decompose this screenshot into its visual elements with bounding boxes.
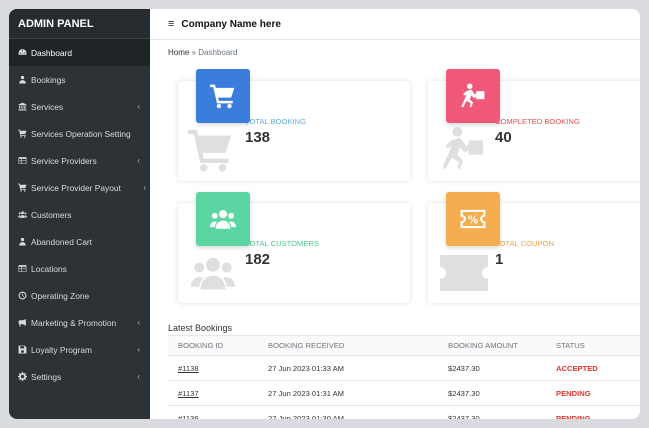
sidebar-item-operating-zone[interactable]: Operating Zone (9, 282, 150, 309)
sidebar-item-label: Customers (31, 209, 72, 220)
coupon-icon: % (446, 192, 500, 246)
sidebar-item-loyalty-program[interactable]: Loyalty Program ‹ (9, 336, 150, 363)
sidebar-item-marketing-promotion[interactable]: Marketing & Promotion ‹ (9, 309, 150, 336)
table-icon (17, 264, 27, 274)
column-header: BOOKING ID (168, 335, 268, 356)
cart-icon (196, 69, 250, 123)
sidebar-item-label: Service Provider Payout (31, 182, 121, 193)
stat-value: 40 (495, 129, 512, 146)
table-row: #1138 27 Jun 2023 01:33 AM $2437.30 ACCE… (168, 355, 640, 381)
sidebar-item-label: Loyalty Program (31, 344, 92, 355)
stat-label: COMPLETED BOOKING (495, 117, 580, 126)
chevron-left-icon: ‹ (137, 318, 140, 327)
stat-value: 1 (495, 251, 504, 268)
sidebar-item-abandoned-cart[interactable]: Abandoned Cart (9, 228, 150, 255)
chevron-left-icon: ‹ (137, 345, 140, 354)
sidebar-item-service-provider-payout[interactable]: Service Provider Payout ‹ (9, 174, 150, 201)
delivery-watermark-icon (440, 125, 486, 178)
column-header: STATUS (556, 335, 640, 356)
sidebar-item-customers[interactable]: Customers (9, 201, 150, 228)
user-tie-icon (17, 237, 27, 247)
table-icon (17, 156, 27, 166)
sidebar: ADMIN PANEL Dashboard Bookings Services … (9, 9, 150, 419)
table-row: #1136 27 Jun 2023 01:30 AM $2437.30 PEND… (168, 405, 640, 420)
gear-icon (17, 372, 27, 382)
users-watermark-icon (188, 251, 238, 300)
booking-id-link[interactable]: #1136 (178, 414, 199, 420)
chevron-left-icon: ‹ (143, 183, 146, 192)
sidebar-item-label: Operating Zone (31, 290, 90, 301)
table-row: #1137 27 Jun 2023 01:31 AM $2437.30 PEND… (168, 380, 640, 406)
sidebar-item-label: Locations (31, 263, 67, 274)
column-header: BOOKING AMOUNT (448, 335, 556, 356)
cart-icon (17, 183, 27, 193)
sidebar-item-label: Dashboard (31, 47, 72, 58)
users-icon (17, 210, 27, 220)
brand-title: ADMIN PANEL (9, 9, 150, 39)
stat-label: TOTAL CUSTOMERS (245, 239, 319, 248)
booking-amount: $2437.30 (448, 355, 556, 381)
dashboard-icon (17, 48, 27, 58)
breadcrumb: Home » Dashboard (168, 48, 237, 57)
cart-icon (17, 129, 27, 139)
sidebar-item-services-operation-setting[interactable]: Services Operation Setting (9, 120, 150, 147)
stat-value: 138 (245, 129, 271, 146)
breadcrumb-home-link[interactable]: Home (168, 48, 189, 57)
megaphone-icon (17, 318, 27, 328)
chevron-left-icon: ‹ (137, 102, 140, 111)
sidebar-item-label: Abandoned Cart (31, 236, 92, 247)
column-header: BOOKING RECEIVED (268, 335, 448, 356)
sidebar-item-dashboard[interactable]: Dashboard (9, 39, 150, 66)
status-badge: ACCEPTED (556, 355, 640, 381)
table-header-row: BOOKING ID BOOKING RECEIVED BOOKING AMOU… (168, 335, 640, 356)
sidebar-item-label: Marketing & Promotion (31, 317, 117, 328)
latest-bookings-table: BOOKING ID BOOKING RECEIVED BOOKING AMOU… (168, 335, 640, 419)
booking-received: 27 Jun 2023 01:30 AM (268, 405, 448, 419)
sidebar-item-label: Services (31, 101, 64, 112)
main-content: ≡ Company Name here Home » Dashboard TOT… (150, 9, 640, 419)
users-icon (196, 192, 250, 246)
sidebar-item-label: Settings (31, 371, 62, 382)
bank-icon (17, 102, 27, 112)
status-badge: PENDING (556, 380, 640, 406)
sidebar-item-locations[interactable]: Locations (9, 255, 150, 282)
booking-id-link[interactable]: #1137 (178, 389, 199, 398)
svg-text:%: % (468, 215, 479, 227)
chevron-left-icon: ‹ (137, 156, 140, 165)
sidebar-item-services[interactable]: Services ‹ (9, 93, 150, 120)
latest-bookings-title: Latest Bookings (168, 323, 233, 333)
booking-amount: $2437.30 (448, 380, 556, 406)
company-name: Company Name here (181, 18, 281, 30)
booking-amount: $2437.30 (448, 405, 556, 419)
top-navbar: ≡ Company Name here (150, 9, 640, 40)
delivery-icon (446, 69, 500, 123)
booking-received: 27 Jun 2023 01:31 AM (268, 380, 448, 406)
hamburger-menu-icon[interactable]: ≡ (168, 18, 174, 30)
breadcrumb-separator: » (191, 48, 197, 57)
app-window: ADMIN PANEL Dashboard Bookings Services … (9, 9, 640, 419)
sidebar-item-label: Services Operation Setting (31, 128, 131, 139)
sidebar-nav: Dashboard Bookings Services ‹ Services O… (9, 39, 150, 390)
booking-received: 27 Jun 2023 01:33 AM (268, 355, 448, 381)
stat-label: TOTAL BOOKING (245, 117, 307, 126)
chevron-left-icon: ‹ (137, 372, 140, 381)
booking-id-link[interactable]: #1138 (178, 364, 199, 373)
stat-label: TOTAL COUPON (495, 239, 554, 248)
stat-value: 182 (245, 251, 271, 268)
sidebar-item-bookings[interactable]: Bookings (9, 66, 150, 93)
cart-watermark-icon (186, 127, 236, 178)
breadcrumb-current: Dashboard (198, 48, 238, 57)
coupon-watermark-icon (440, 255, 488, 296)
status-badge: PENDING (556, 405, 640, 419)
sidebar-item-label: Bookings (31, 74, 66, 85)
clock-icon (17, 291, 27, 301)
user-tie-icon (17, 75, 27, 85)
sidebar-item-label: Service Providers (31, 155, 97, 166)
save-icon (17, 345, 27, 355)
sidebar-item-settings[interactable]: Settings ‹ (9, 363, 150, 390)
sidebar-item-service-providers[interactable]: Service Providers ‹ (9, 147, 150, 174)
